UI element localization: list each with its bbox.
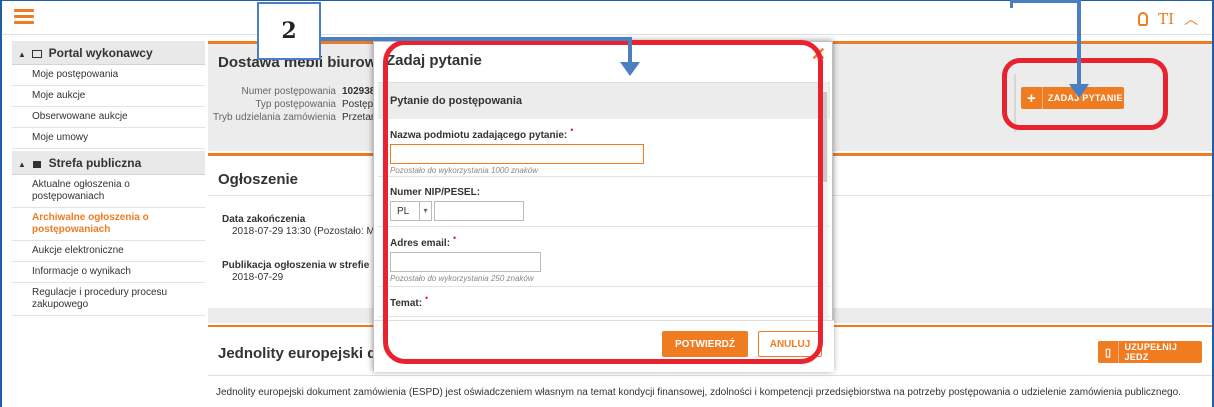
collapse-icon: ▲	[18, 50, 26, 59]
top-bar: TI ︿	[2, 1, 1212, 35]
monitor-icon	[32, 50, 43, 58]
sidebar: ▲ Portal wykonawcy Moje postępowania Moj…	[12, 41, 205, 316]
announcement-title: Ogłoszenie	[218, 171, 299, 188]
sidebar-item-aktualne[interactable]: Aktualne ogłoszenia o postępowaniach	[12, 175, 205, 208]
sidebar-section-portal[interactable]: ▲ Portal wykonawcy	[12, 41, 205, 65]
top-right-tools: TI ︿	[1138, 9, 1198, 29]
lightbulb-icon[interactable]	[1138, 12, 1149, 26]
document-icon: ▯	[1098, 341, 1120, 363]
highlight-modal	[383, 40, 823, 364]
sidebar-item-moje-aukcje[interactable]: Moje aukcje	[12, 86, 205, 107]
type-label: Typ postępowania	[255, 99, 336, 110]
annotation-arrow-line	[1010, 0, 1078, 3]
annotation-arrow-line	[321, 37, 632, 41]
sidebar-item-obserwowane-aukcje[interactable]: Obserwowane aukcje	[12, 107, 205, 128]
sidebar-item-regulacje[interactable]: Regulacje i procedury procesu zakupowego	[12, 283, 205, 316]
unlock-icon	[33, 161, 42, 168]
sidebar-section-label: Portal wykonawcy	[48, 46, 153, 60]
jedz-title: Jednolity europejski do	[218, 345, 386, 362]
text-size-toggle[interactable]: TI	[1158, 10, 1174, 28]
end-date-value: 2018-07-29 13:30 (Pozostało: M	[232, 226, 375, 237]
arrow-down-icon	[1069, 84, 1089, 98]
sidebar-item-archiwalne[interactable]: Archiwalne ogłoszenia o postępowaniach	[12, 208, 205, 241]
annotation-arrow-line	[1010, 0, 1013, 8]
publication-label: Publikacja ogłoszenia w strefie	[222, 260, 370, 271]
sidebar-item-informacje-o-wynikach[interactable]: Informacje o wynikach	[12, 262, 205, 283]
divider	[208, 375, 1212, 376]
sidebar-item-aukcje-elektroniczne[interactable]: Aukcje elektroniczne	[12, 241, 205, 262]
sidebar-item-moje-postepowania[interactable]: Moje postępowania	[12, 65, 205, 86]
number-label: Numer postępowania	[241, 86, 337, 97]
menu-icon[interactable]	[14, 9, 34, 25]
sidebar-item-moje-umowy[interactable]: Moje umowy	[12, 128, 205, 149]
mode-label: Tryb udzielania zamówienia	[212, 112, 336, 123]
end-date-label: Data zakończenia	[222, 214, 306, 225]
chevron-up-icon[interactable]: ︿	[1184, 9, 1198, 29]
step-number-badge: 2	[257, 2, 321, 60]
sidebar-section-label: Strefa publiczna	[48, 156, 142, 170]
fill-jedz-button[interactable]: ▯ UZUPEŁNIJ JEDZ	[1098, 341, 1202, 363]
jedz-description: Jednolity europejski dokument zamówienia…	[216, 387, 1181, 398]
fill-jedz-label: UZUPEŁNIJ JEDZ	[1124, 342, 1178, 362]
collapse-icon: ▲	[18, 160, 26, 169]
annotation-arrow-line	[1077, 0, 1081, 88]
arrow-down-icon	[620, 62, 640, 76]
sidebar-section-public[interactable]: ▲ Strefa publiczna	[12, 151, 205, 175]
publication-value: 2018-07-29	[232, 272, 284, 283]
